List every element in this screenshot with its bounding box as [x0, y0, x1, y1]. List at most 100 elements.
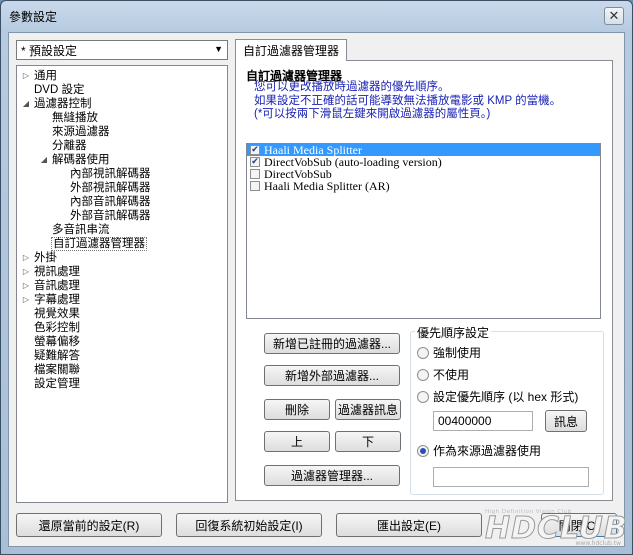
tree-item[interactable]: 色彩控制: [17, 321, 227, 335]
priority-settings-group: 優先順序設定 強制使用 不使用 設定優先順序 (以 hex 形式) 004000…: [410, 324, 604, 495]
tree-item[interactable]: 內部視訊解碼器: [17, 167, 227, 181]
expand-arrow-icon[interactable]: ▷: [21, 279, 31, 293]
tree-item[interactable]: ▷ 視訊處理: [17, 265, 227, 279]
tree-item[interactable]: ▷ 通用: [17, 69, 227, 83]
radio-button[interactable]: [417, 390, 429, 403]
filter-checkbox[interactable]: [250, 181, 260, 191]
restore-current-settings-button[interactable]: 還原當前的設定(R): [16, 513, 162, 537]
tree-item[interactable]: 多音訊串流: [17, 223, 227, 237]
tree-item-label: 色彩控制: [34, 322, 80, 334]
filter-info-button[interactable]: 過濾器訊息: [335, 399, 401, 420]
priority-info-button[interactable]: 訊息: [545, 410, 587, 432]
radio-force-use-label: 強制使用: [433, 346, 482, 360]
tree-item[interactable]: ◢ 過濾器控制: [17, 97, 227, 111]
tree-item-label: 螢幕偏移: [34, 336, 80, 348]
tree-item-label: 字幕處理: [34, 294, 80, 306]
tree-item-label: 來源過濾器: [52, 126, 110, 138]
tree-item[interactable]: 自訂過濾器管理器: [17, 237, 227, 251]
tree-item-label: 設定管理: [34, 378, 80, 390]
tree-item-label: 外掛: [34, 252, 57, 264]
expand-arrow-icon[interactable]: ▷: [21, 293, 31, 307]
add-registered-filter-button[interactable]: 新增已註冊的過濾器...: [264, 333, 400, 354]
watermark-url: www.hdclub.tw: [575, 540, 621, 547]
radio-as-source-filter[interactable]: 作為來源過濾器使用: [417, 442, 541, 459]
priority-value-input[interactable]: 00400000: [433, 411, 533, 431]
tree-item-label: 外部視訊解碼器: [70, 182, 151, 194]
preferences-window: 參數設定 ✕ * 預設設定 ▼ ▷ 通用 DVD 設定 ◢ 過濾器控制 無縫播放 來源過濾器…: [0, 0, 633, 555]
radio-button[interactable]: [417, 346, 429, 359]
tree-item[interactable]: 視覺效果: [17, 307, 227, 321]
radio-set-priority[interactable]: 設定優先順序 (以 hex 形式): [417, 388, 578, 405]
radio-button[interactable]: [417, 444, 429, 457]
collapse-arrow-icon[interactable]: ◢: [21, 97, 31, 111]
description-line-3: (*可以按兩下滑鼠左鍵來開啟過濾器的屬性頁。): [254, 108, 491, 120]
radio-button[interactable]: [417, 368, 429, 381]
tree-item[interactable]: 無縫播放: [17, 111, 227, 125]
title-bar: 參數設定: [1, 1, 632, 31]
tree-item[interactable]: 分離器: [17, 139, 227, 153]
window-title: 參數設定: [9, 9, 58, 24]
close-window-button[interactable]: ✕: [604, 7, 624, 25]
filter-manager-button[interactable]: 過濾器管理器...: [264, 465, 400, 486]
tree-item[interactable]: 疑難解答: [17, 349, 227, 363]
tree-item-label: 分離器: [52, 140, 87, 152]
tree-item[interactable]: 螢幕偏移: [17, 335, 227, 349]
tree-item[interactable]: 設定管理: [17, 377, 227, 391]
tab-custom-filter-manager[interactable]: 自訂過濾器管理器: [235, 39, 347, 61]
filter-checkbox[interactable]: [250, 169, 260, 179]
expand-arrow-icon[interactable]: ▷: [21, 69, 31, 83]
tree-item-label: 多音訊串流: [52, 224, 110, 236]
tree-item[interactable]: ▷ 外掛: [17, 251, 227, 265]
tree-item-label: 解碼器使用: [52, 154, 110, 166]
delete-button[interactable]: 刪除: [264, 399, 330, 420]
radio-dont-use[interactable]: 不使用: [417, 366, 469, 383]
filter-list-item[interactable]: Haali Media Splitter (AR): [247, 180, 600, 192]
expand-arrow-icon[interactable]: ▷: [21, 265, 31, 279]
settings-tree[interactable]: ▷ 通用 DVD 設定 ◢ 過濾器控制 無縫播放 來源過濾器 分離器 ◢ 解碼器使用 內部視訊解碼器…: [16, 65, 228, 503]
tree-item[interactable]: 外部音訊解碼器: [17, 209, 227, 223]
tree-item-label: 自訂過濾器管理器: [51, 237, 147, 251]
move-up-button[interactable]: 上: [264, 431, 330, 452]
tab-panel: 自訂過濾器管理器 您可以更改播放時過濾器的優先順序。 如果設定不正確的話可能導致…: [235, 60, 613, 501]
tree-item-label: 無縫播放: [52, 112, 98, 124]
preset-dropdown[interactable]: * 預設設定 ▼: [16, 40, 228, 60]
hdclub-watermark: High Definition Vision Club HDCLUB www.h…: [485, 509, 628, 547]
filter-list[interactable]: ✔ Haali Media Splitter ✔ DirectVobSub (auto…: [246, 143, 601, 319]
dialog-client-area: * 預設設定 ▼ ▷ 通用 DVD 設定 ◢ 過濾器控制 無縫播放 來源過濾器 分離器 ◢ 解碼器…: [8, 32, 628, 547]
tree-item-label: 檔案關聯: [34, 364, 80, 376]
tree-item-label: 外部音訊解碼器: [70, 210, 151, 222]
filter-checkbox[interactable]: ✔: [250, 145, 260, 155]
tree-item[interactable]: DVD 設定: [17, 83, 227, 97]
radio-force-use[interactable]: 強制使用: [417, 344, 481, 361]
panel-description: 您可以更改播放時過濾器的優先順序。 如果設定不正確的話可能導致無法播放電影或 K…: [254, 81, 561, 122]
chevron-down-icon[interactable]: ▼: [214, 44, 223, 54]
radio-set-priority-label: 設定優先順序 (以 hex 形式): [433, 390, 579, 404]
reset-defaults-button[interactable]: 回復系統初始設定(I): [176, 513, 322, 537]
radio-dont-use-label: 不使用: [433, 368, 470, 382]
filter-checkbox[interactable]: ✔: [250, 157, 260, 167]
add-external-filter-button[interactable]: 新增外部過濾器...: [264, 365, 400, 386]
collapse-arrow-icon[interactable]: ◢: [39, 153, 49, 167]
tree-item-label: 過濾器控制: [34, 98, 92, 110]
filter-name: Haali Media Splitter (AR): [264, 179, 390, 193]
source-filter-input[interactable]: [433, 467, 589, 487]
tree-item[interactable]: 外部視訊解碼器: [17, 181, 227, 195]
tree-item[interactable]: 檔案關聯: [17, 363, 227, 377]
tree-item-label: 通用: [34, 70, 57, 82]
export-settings-button[interactable]: 匯出設定(E): [336, 513, 482, 537]
tree-item-label: 視覺效果: [34, 308, 80, 320]
tree-item[interactable]: ▷ 音訊處理: [17, 279, 227, 293]
tree-item[interactable]: 內部音訊解碼器: [17, 195, 227, 209]
move-down-button[interactable]: 下: [335, 431, 401, 452]
tree-item[interactable]: ▷ 字幕處理: [17, 293, 227, 307]
radio-as-source-label: 作為來源過濾器使用: [433, 444, 542, 458]
description-line-1: 您可以更改播放時過濾器的優先順序。: [254, 81, 450, 93]
tree-item-label: 疑難解答: [34, 350, 80, 362]
tree-item[interactable]: ◢ 解碼器使用: [17, 153, 227, 167]
description-line-2: 如果設定不正確的話可能導致無法播放電影或 KMP 的當機。: [254, 94, 562, 107]
tree-item-label: 音訊處理: [34, 280, 80, 292]
expand-arrow-icon[interactable]: ▷: [21, 251, 31, 265]
tree-item-label: DVD 設定: [34, 84, 85, 96]
priority-legend: 優先順序設定: [415, 324, 492, 341]
tree-item[interactable]: 來源過濾器: [17, 125, 227, 139]
